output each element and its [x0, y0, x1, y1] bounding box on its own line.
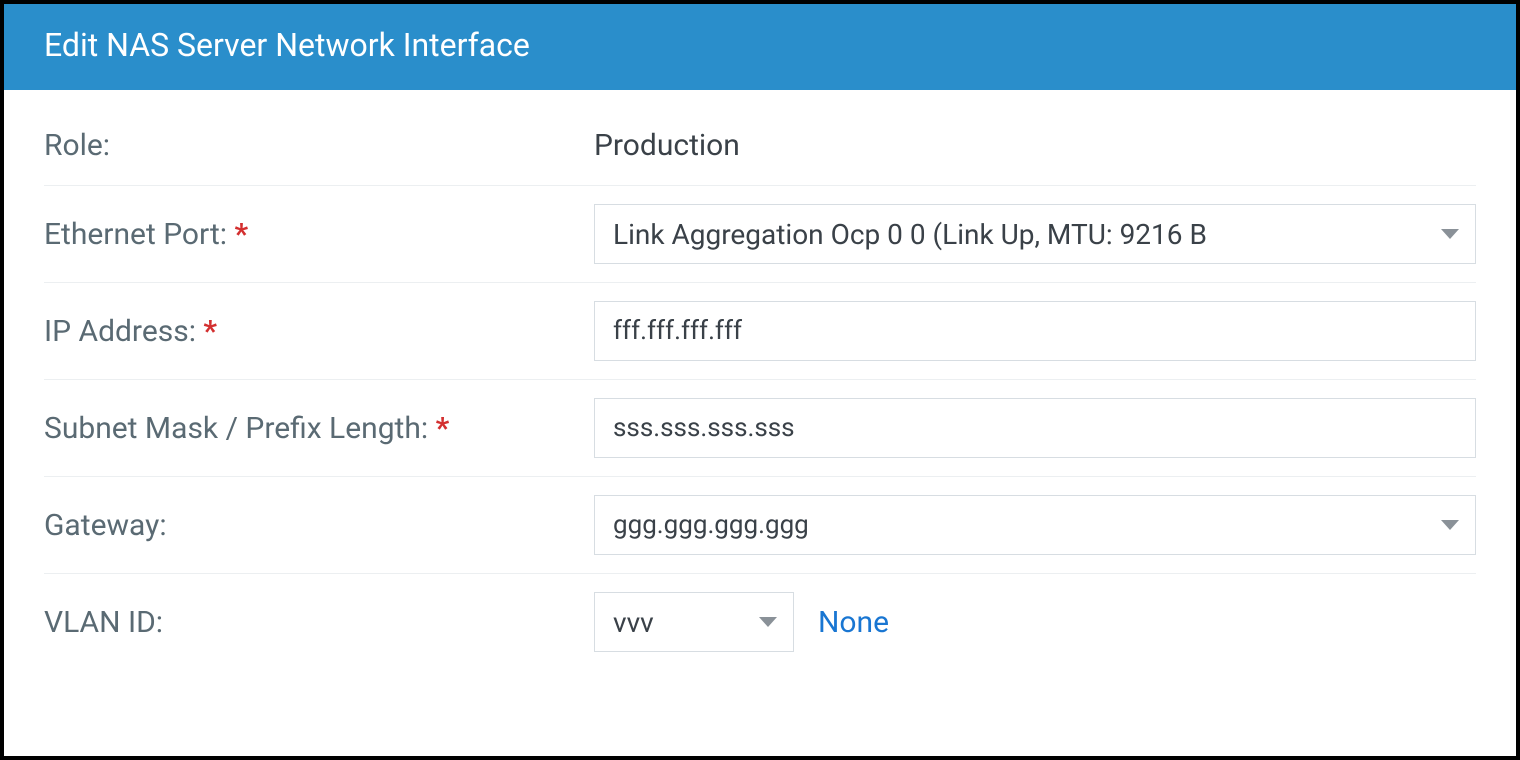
- ip-address-input-wrapper: [594, 301, 1476, 361]
- chevron-down-icon: [1441, 229, 1459, 239]
- ethernet-port-selected: Link Aggregation Ocp 0 0 (Link Up, MTU: …: [613, 218, 1425, 251]
- row-role: Role: Production: [44, 120, 1476, 186]
- row-vlan-id: VLAN ID: vvv None: [44, 574, 1476, 670]
- chevron-down-icon: [1441, 520, 1459, 530]
- chevron-down-icon: [759, 617, 777, 627]
- row-ethernet-port: Ethernet Port: * Link Aggregation Ocp 0 …: [44, 186, 1476, 283]
- role-value: Production: [594, 128, 740, 163]
- edit-nas-network-interface-dialog: Edit NAS Server Network Interface Role: …: [0, 0, 1520, 760]
- gateway-input[interactable]: [613, 496, 1425, 554]
- vlan-id-label: VLAN ID:: [44, 605, 594, 640]
- dialog-body: Role: Production Ethernet Port: * Link A…: [4, 90, 1516, 756]
- role-label: Role:: [44, 128, 594, 163]
- row-subnet: Subnet Mask / Prefix Length: *: [44, 380, 1476, 477]
- required-marker: *: [234, 217, 248, 252]
- dialog-title: Edit NAS Server Network Interface: [4, 4, 1516, 90]
- vlan-id-value: vvv: [613, 606, 743, 639]
- subnet-input[interactable]: [613, 399, 1457, 457]
- subnet-input-wrapper: [594, 398, 1476, 458]
- gateway-label: Gateway:: [44, 508, 594, 543]
- gateway-combo[interactable]: [594, 495, 1476, 555]
- ethernet-port-select[interactable]: Link Aggregation Ocp 0 0 (Link Up, MTU: …: [594, 204, 1476, 264]
- ip-address-input[interactable]: [613, 302, 1457, 360]
- ethernet-port-label: Ethernet Port: *: [44, 217, 594, 252]
- required-marker: *: [436, 411, 450, 446]
- row-gateway: Gateway:: [44, 477, 1476, 574]
- ip-address-label: IP Address: *: [44, 314, 594, 349]
- row-ip-address: IP Address: *: [44, 283, 1476, 380]
- required-marker: *: [203, 314, 217, 349]
- subnet-label: Subnet Mask / Prefix Length: *: [44, 411, 594, 446]
- vlan-none-link[interactable]: None: [818, 605, 889, 640]
- vlan-id-select[interactable]: vvv: [594, 592, 794, 652]
